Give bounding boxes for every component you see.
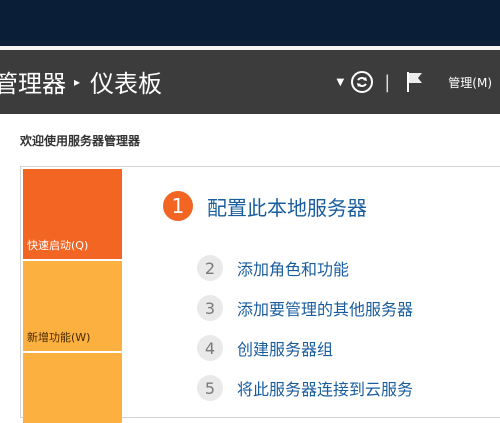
step-connect-cloud: 5 将此服务器连接到云服务 [197, 375, 413, 401]
refresh-icon[interactable] [350, 70, 374, 94]
tile-learn-more[interactable] [23, 353, 122, 423]
tile-quick-start[interactable]: 快速启动(Q) [23, 169, 122, 259]
notifications-flag-icon[interactable] [404, 70, 426, 94]
step-link[interactable]: 添加要管理的其他服务器 [237, 296, 413, 320]
step-link[interactable]: 添加角色和功能 [237, 256, 349, 280]
step-link[interactable]: 创建服务器组 [237, 336, 333, 360]
desktop-top-strip [0, 0, 500, 46]
step-number: 4 [197, 335, 223, 361]
step-configure-local-server: 1 配置此本地服务器 [163, 191, 367, 221]
welcome-title: 欢迎使用服务器管理器 [20, 132, 140, 149]
step-link[interactable]: 配置此本地服务器 [207, 192, 367, 221]
step-create-group: 4 创建服务器组 [197, 335, 333, 361]
tile-whats-new[interactable]: 新增功能(W) [23, 261, 122, 351]
manage-menu[interactable]: 管理(M) [448, 74, 492, 91]
step-number: 5 [197, 375, 223, 401]
breadcrumb-separator-icon: ▸ [74, 75, 80, 89]
tile-quick-start-label: 快速启动(Q) [27, 237, 88, 253]
breadcrumb-current: 仪表板 [90, 64, 162, 99]
title-header: 管理器 ▸ 仪表板 ▼ | 管理(M) [0, 50, 500, 114]
step-link[interactable]: 将此服务器连接到云服务 [237, 376, 413, 400]
breadcrumb: 管理器 ▸ 仪表板 [0, 64, 162, 99]
step-add-servers: 3 添加要管理的其他服务器 [197, 295, 413, 321]
breadcrumb-parent[interactable]: 管理器 [0, 64, 66, 99]
step-number: 2 [197, 255, 223, 281]
dashboard-content: 欢迎使用服务器管理器 快速启动(Q) 新增功能(W) 1 配置此本地服务器 2 … [0, 114, 500, 400]
header-tools: ▼ | 管理(M) [337, 50, 500, 114]
step-add-roles: 2 添加角色和功能 [197, 255, 349, 281]
welcome-panel: 快速启动(Q) 新增功能(W) 1 配置此本地服务器 2 添加角色和功能 3 添… [20, 166, 500, 418]
step-number: 3 [197, 295, 223, 321]
toolbar-divider: | [384, 72, 390, 93]
tile-whats-new-label: 新增功能(W) [27, 329, 90, 345]
step-number: 1 [163, 191, 193, 221]
nav-dropdown-icon[interactable]: ▼ [337, 77, 345, 88]
